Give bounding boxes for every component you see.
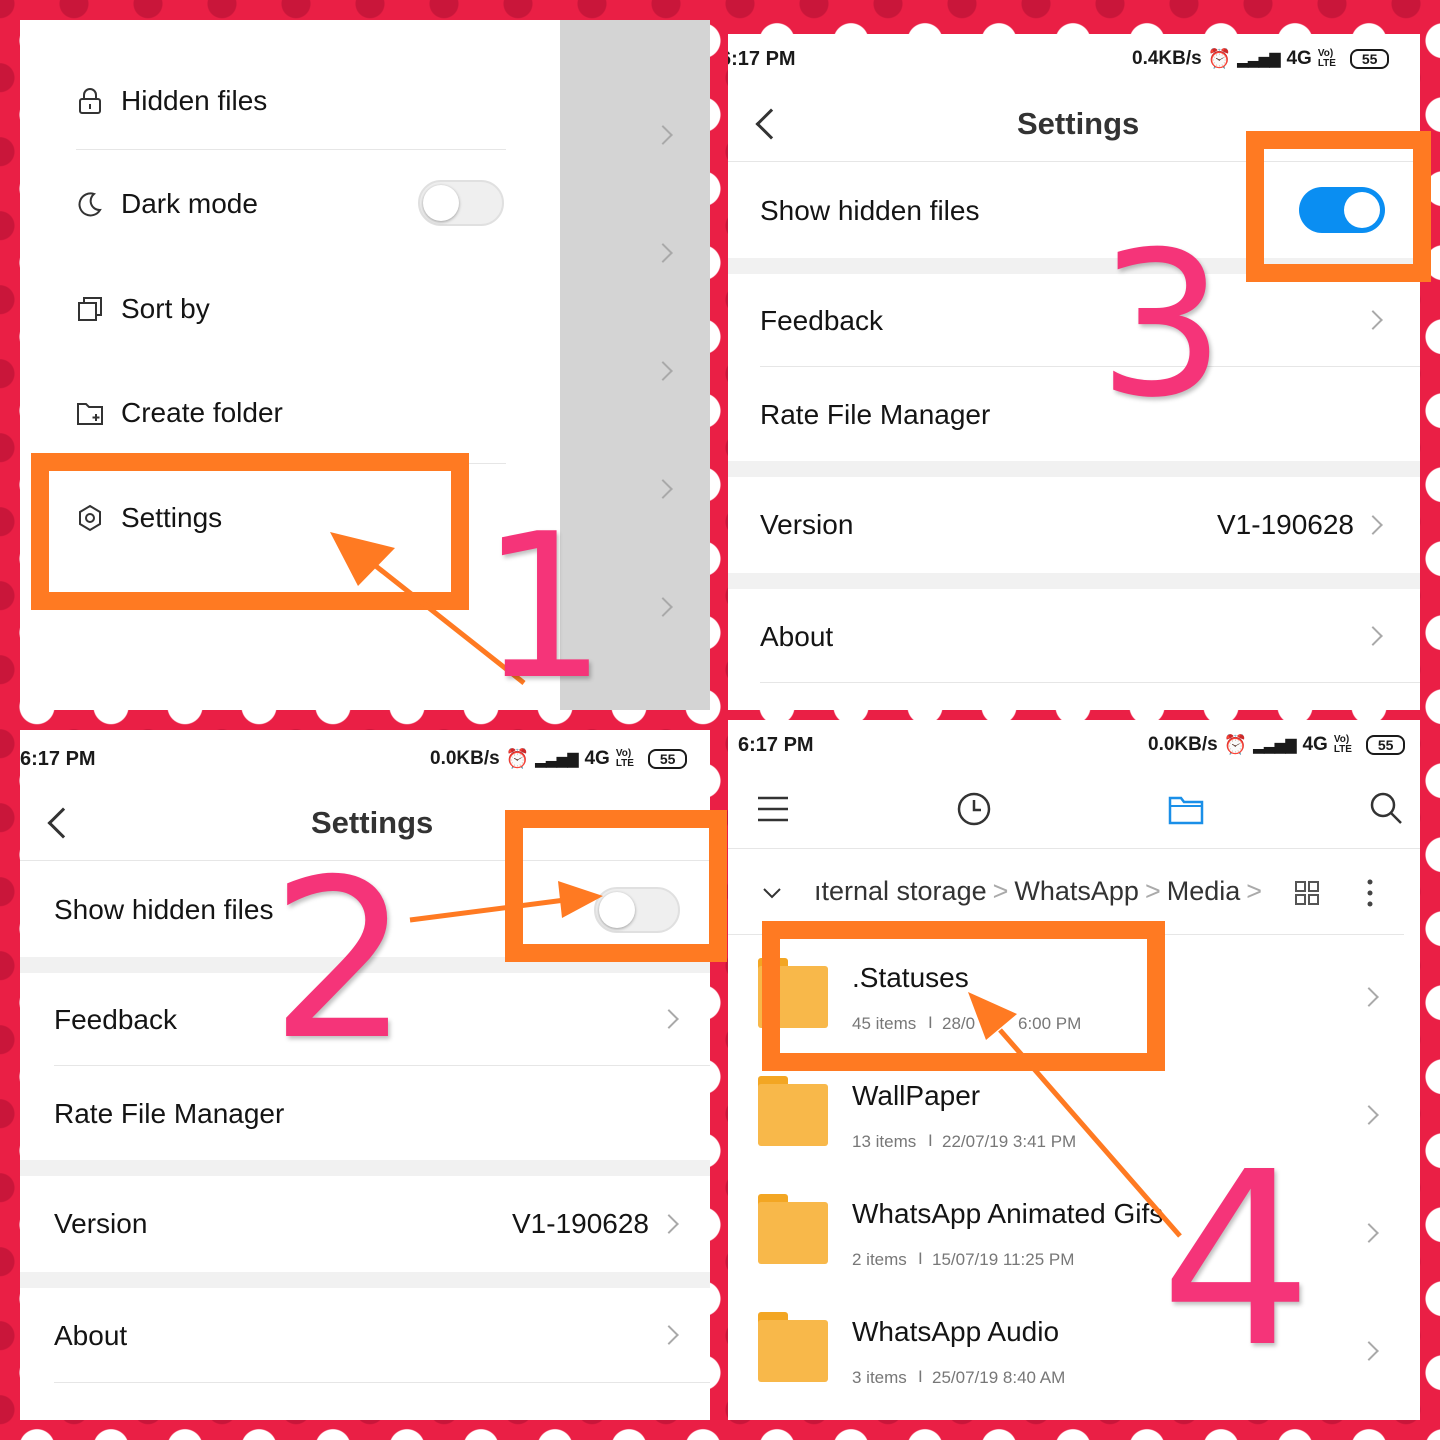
step-number-4: 4: [1160, 1120, 1313, 1400]
